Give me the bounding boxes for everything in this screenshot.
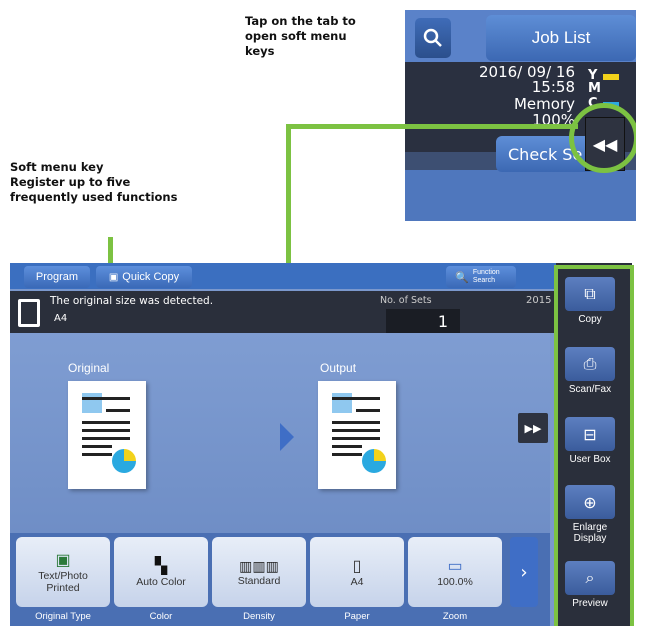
search-icon: 🔍 [455, 271, 469, 284]
search-icon [423, 28, 442, 47]
original-document-thumbnail [68, 381, 146, 489]
zoom-value: 100.0% [437, 576, 473, 588]
auto-color-icon: ▚ [154, 558, 168, 575]
caption-line: Soft menu key [10, 160, 104, 174]
soft-menu-highlight-box [554, 265, 634, 626]
caption-line: keys [245, 44, 275, 58]
output-document-thumbnail [318, 381, 396, 489]
caption-line: Register up to five [10, 175, 131, 189]
sets-label: No. of Sets [380, 295, 432, 306]
caption-line: open soft menu [245, 29, 347, 43]
color-key[interactable]: ▚ Auto Color [114, 537, 208, 607]
density-value: Standard [237, 574, 281, 587]
search-button[interactable] [415, 18, 451, 58]
paper-caption: Paper [344, 611, 370, 622]
color-caption: Color [149, 611, 173, 622]
tab-caption: Tap on the tab to open soft menu keys [245, 14, 356, 59]
original-type-caption: Original Type [35, 611, 91, 622]
soft-menu-open-tab[interactable]: ▶▶ [518, 413, 548, 443]
quick-copy-label: Quick Copy [122, 271, 180, 283]
detected-paper-size: A4 [54, 313, 68, 324]
density-caption: Density [243, 611, 275, 622]
caption-line: frequently used functions [10, 190, 178, 204]
connector-line [286, 124, 578, 129]
paper-key[interactable]: ▯ A4 [310, 537, 404, 607]
time-text: 15:58 [531, 78, 575, 96]
toner-m-label: M [588, 81, 601, 96]
original-label: Original [68, 361, 110, 375]
original-type-key[interactable]: ▣ Text/Photo Printed [16, 537, 110, 607]
highlight-circle [569, 103, 636, 173]
copy-icon: ▣ [108, 271, 119, 283]
density-icon: ▥▥▥ [239, 557, 279, 574]
paper-value: A4 [350, 576, 364, 588]
sets-count-field[interactable]: 1 [386, 309, 460, 333]
output-label: Output [320, 361, 357, 375]
density-key[interactable]: ▥▥▥ Standard [212, 537, 306, 607]
original-size-icon [18, 299, 40, 327]
paper-icon: ▯ [352, 558, 362, 575]
inset-lower-area [405, 170, 636, 221]
toner-y-bar [603, 74, 619, 80]
inset-zoom-panel: Job List 2016/ 09/ 16 15:58 Memory 100% … [405, 10, 636, 221]
next-keys-button[interactable]: › [510, 537, 538, 607]
caption-line: Tap on the tab to [245, 14, 356, 28]
zoom-caption: Zoom [442, 611, 468, 622]
job-list-button[interactable]: Job List [486, 15, 636, 61]
zoom-icon: ▭ [447, 558, 463, 575]
status-message: The original size was detected. [50, 295, 214, 307]
program-button[interactable]: Program [24, 266, 90, 288]
function-search-button[interactable]: 🔍 Function Search [446, 266, 516, 288]
original-type-value: Text/Photo Printed [38, 570, 88, 594]
copy-main-screen: Program ▣ Quick Copy 🔍 Function Search T… [10, 263, 632, 626]
text-photo-icon: ▣ [55, 552, 71, 569]
memory-label: Memory [513, 95, 575, 113]
process-arrow [280, 423, 294, 451]
function-search-label: Function Search [472, 269, 500, 284]
fast-forward-icon: ▶▶ [524, 421, 542, 435]
quick-copy-button[interactable]: ▣ Quick Copy [96, 266, 192, 288]
soft-menu-caption: Soft menu key Register up to five freque… [10, 160, 177, 205]
chevron-right-icon: › [520, 561, 528, 583]
zoom-key[interactable]: ▭ 100.0% [408, 537, 502, 607]
color-value: Auto Color [136, 576, 186, 588]
year-text: 2015 [526, 295, 552, 306]
